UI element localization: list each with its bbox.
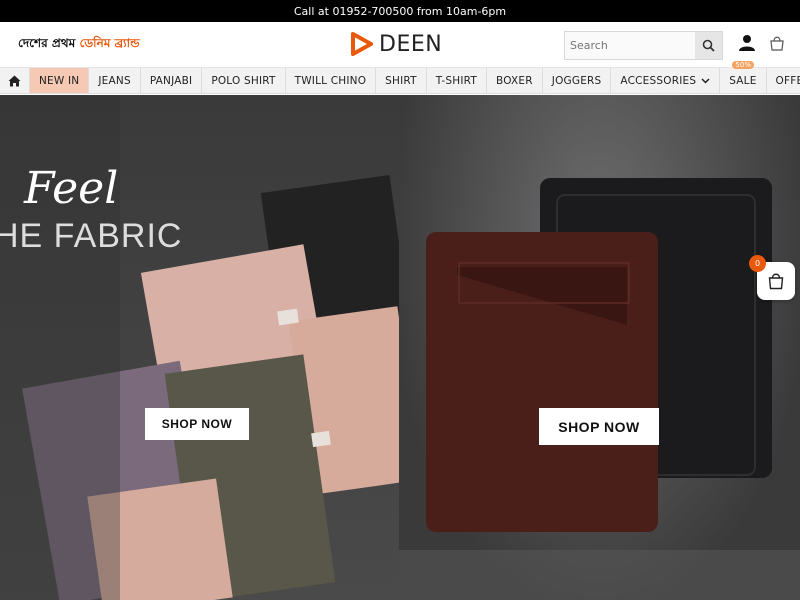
shopping-bag-icon (768, 273, 784, 290)
fabric-headline: HE FABRIC (0, 217, 183, 255)
nav-label: JEANS (98, 74, 131, 87)
shopping-bag-icon (770, 36, 784, 51)
brand-tagline: দেশের প্রথম ডেনিম ব্র্যান্ড (18, 35, 140, 55)
nav-label: BOXER (496, 74, 533, 87)
hero-banner: Feel HE FABRIC SHOP NOW SHOP NOW (0, 95, 800, 600)
nav-label: T-SHIRT (435, 74, 478, 87)
home-icon (8, 75, 21, 86)
nav-joggers[interactable]: JOGGERS (543, 68, 612, 93)
top-announcement-bar: Call at 01952-700500 from 10am-6pm (0, 0, 800, 22)
nav-label: SHIRT (385, 74, 417, 87)
tagline-main: দেশের প্রথম (18, 35, 80, 50)
nav-shirt[interactable]: SHIRT (376, 68, 427, 93)
nav-t-shirt[interactable]: T-SHIRT (427, 68, 488, 93)
play-logo-icon (351, 32, 373, 56)
search-input[interactable] (565, 32, 695, 59)
nav-twill-chino[interactable]: TWILL CHINO (286, 68, 377, 93)
nav-new-in[interactable]: NEW IN (30, 68, 90, 93)
search-icon (702, 39, 715, 52)
search-box (564, 31, 723, 60)
nav-label: SALE (729, 74, 757, 87)
cart-count-badge: 0 (749, 255, 766, 272)
nav-label: PANJABI (149, 74, 193, 87)
main-navigation: NEW IN JEANS PANJABI POLO SHIRT TWILL CH… (0, 61, 800, 94)
nav-label: OFFERS (775, 74, 800, 87)
tagline-accent: ডেনিম ব্র্যান্ড (79, 35, 140, 50)
account-button[interactable] (738, 34, 756, 56)
announcement-text: Call at 01952-700500 from 10am-6pm (293, 4, 507, 18)
wallet-banner[interactable]: SHOP NOW (399, 95, 800, 600)
sale-badge: 50% (732, 61, 755, 69)
nav-offers[interactable]: OFFERS (767, 68, 800, 93)
nav-label: TWILL CHINO (294, 74, 367, 87)
nav-label: NEW IN (39, 74, 80, 87)
shop-now-button-right[interactable]: SHOP NOW (539, 408, 659, 445)
logo-text: DEEN (379, 31, 443, 57)
nav-label: ACCESSORIES (620, 74, 697, 87)
nav-label: JOGGERS (551, 74, 602, 87)
chevron-down-icon (701, 77, 710, 84)
nav-home[interactable] (0, 68, 30, 93)
shop-now-button-left[interactable]: SHOP NOW (145, 408, 249, 440)
nav-accessories[interactable]: ACCESSORIES (611, 68, 721, 93)
leather-wallets-image (399, 178, 800, 600)
nav-boxer[interactable]: BOXER (487, 68, 543, 93)
nav-panjabi[interactable]: PANJABI (141, 68, 203, 93)
nav-polo-shirt[interactable]: POLO SHIRT (202, 68, 286, 93)
search-button[interactable] (695, 32, 722, 59)
nav-label: POLO SHIRT (211, 74, 276, 87)
nav-jeans[interactable]: JEANS (89, 68, 141, 93)
chino-banner[interactable]: Feel HE FABRIC SHOP NOW (0, 95, 399, 600)
site-logo[interactable]: DEEN (349, 31, 442, 57)
feel-script-text: Feel (24, 163, 119, 214)
user-icon (739, 35, 755, 51)
bag-button[interactable] (769, 35, 785, 55)
site-header: দেশের প্রথম ডেনিম ব্র্যান্ড DEEN (0, 22, 800, 68)
nav-sale[interactable]: 50% SALE (720, 61, 767, 93)
